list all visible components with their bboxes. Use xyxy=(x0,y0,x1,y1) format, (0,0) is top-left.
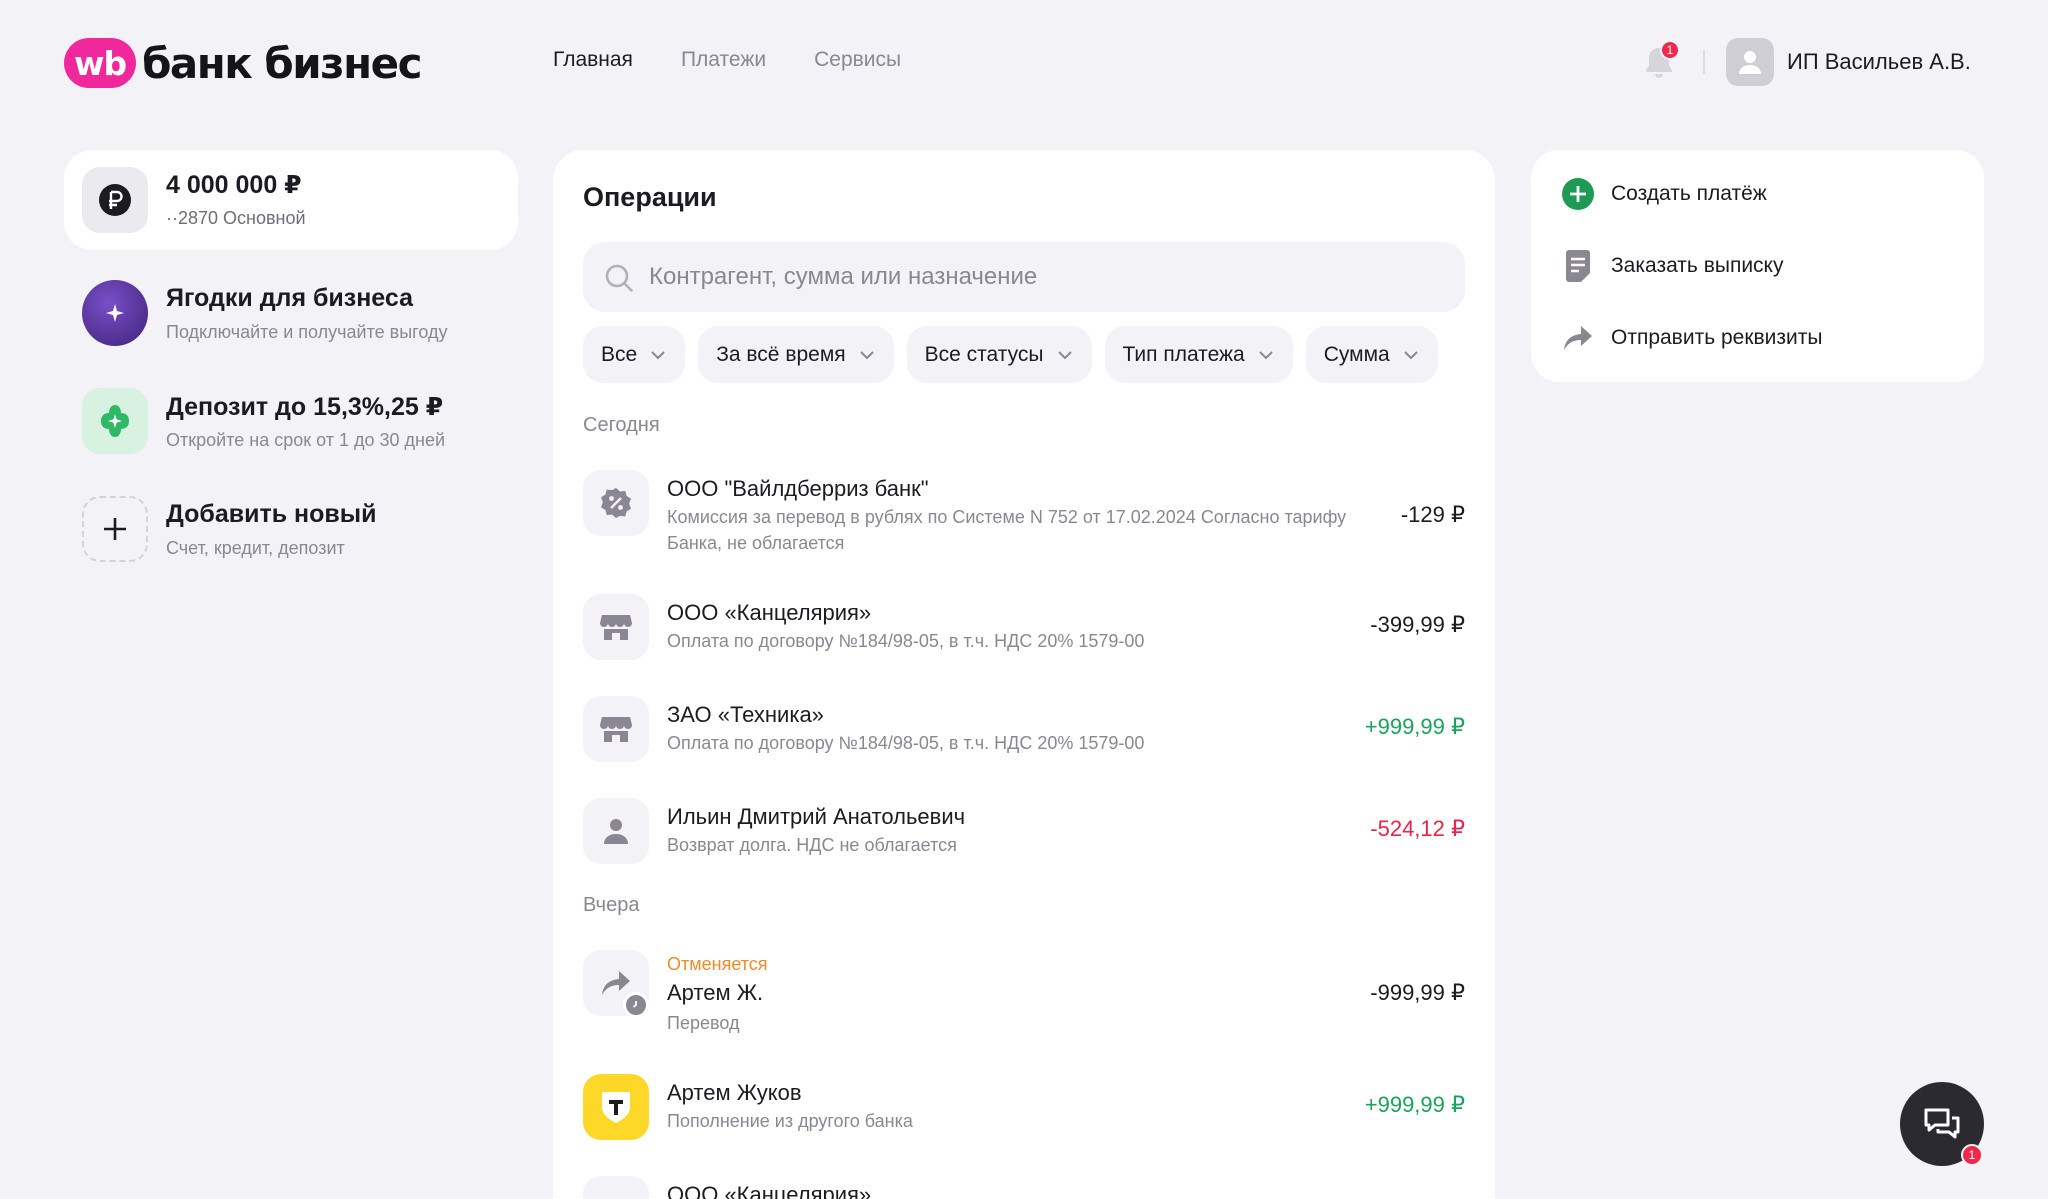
accounts-sidebar: 4 000 000 ₽ ··2870 Основной Ягодки для б… xyxy=(64,150,518,582)
chevron-down-icon xyxy=(1057,350,1072,359)
top-header: wb банк бизнес Главная Платежи Сервисы 1… xyxy=(0,0,2048,125)
operation-row[interactable]: ООО «Канцелярия» Оплата по договору №184… xyxy=(583,594,1465,664)
left-item-berries[interactable]: Ягодки для бизнеса Подключайте и получай… xyxy=(64,258,518,366)
operation-name: Ильин Дмитрий Анатольевич xyxy=(667,804,966,829)
filter-status[interactable]: Все статусы xyxy=(906,326,1092,383)
chevron-down-icon xyxy=(1404,350,1418,359)
operation-name: Артем Жуков xyxy=(667,1080,802,1105)
search-icon xyxy=(605,264,633,292)
filter-label: Все статусы xyxy=(924,342,1044,366)
left-item-sub: Откройте на срок от 1 до 30 дней xyxy=(166,430,446,450)
nav-item-home[interactable]: Главная xyxy=(553,48,633,72)
chat-badge: 1 xyxy=(1961,1144,1983,1166)
operation-row[interactable]: ЗАО «Техника» Оплата по договору №184/98… xyxy=(583,696,1465,766)
tbank-logo-icon xyxy=(583,1074,649,1140)
operation-description: Пополнение из другого банка xyxy=(667,1111,913,1131)
operations-panel: Операции Контрагент, сумма или назначени… xyxy=(553,150,1495,1199)
filter-label: Все xyxy=(601,342,638,366)
person-icon xyxy=(583,798,649,864)
brand-logo[interactable]: wb банк бизнес xyxy=(64,38,422,88)
nav-item-payments[interactable]: Платежи xyxy=(681,48,766,72)
filter-amount[interactable]: Сумма xyxy=(1305,326,1438,383)
create-payment-button[interactable]: Создать платёж xyxy=(1561,177,1767,211)
operation-description: Оплата по договору №184/98-05, в т.ч. НД… xyxy=(667,631,1145,651)
user-name[interactable]: ИП Васильев А.В. xyxy=(1787,49,1971,75)
plus-icon xyxy=(82,496,148,562)
operation-row[interactable]: Артем Жуков Пополнение из другого банка … xyxy=(583,1074,1465,1144)
search-input[interactable]: Контрагент, сумма или назначение xyxy=(583,242,1465,312)
operation-row[interactable]: ООО «Канцелярия» xyxy=(583,1176,1465,1199)
chat-icon xyxy=(1924,1108,1960,1139)
operation-row[interactable]: Отменяется Артем Ж. Перевод -999,99 ₽ xyxy=(583,950,1465,1050)
operation-amount: -524,12 ₽ xyxy=(1370,816,1465,841)
action-label: Отправить реквизиты xyxy=(1611,326,1823,349)
clock-icon xyxy=(623,992,649,1018)
operation-amount: -399,99 ₽ xyxy=(1370,612,1465,637)
status-cancelling: Отменяется xyxy=(667,954,768,974)
left-item-title: Добавить новый xyxy=(166,500,377,528)
operation-name: ООО «Канцелярия» xyxy=(667,600,872,625)
nav-item-services[interactable]: Сервисы xyxy=(814,48,901,72)
balance-card[interactable]: 4 000 000 ₽ ··2870 Основной xyxy=(64,150,518,250)
chevron-down-icon xyxy=(859,350,874,359)
account-number: ··2870 Основной xyxy=(166,208,306,228)
left-item-title: Депозит до 15,3%,25 ₽ xyxy=(166,393,444,421)
left-item-deposit[interactable]: Депозит до 15,3%,25 ₽ Откройте на срок о… xyxy=(64,366,518,474)
filter-label: Тип платежа xyxy=(1122,342,1245,366)
operation-amount: +999,99 ₽ xyxy=(1364,714,1465,739)
chevron-down-icon xyxy=(651,350,665,359)
deposit-icon xyxy=(82,388,148,454)
operations-title: Операции xyxy=(583,182,717,212)
store-icon xyxy=(583,696,649,762)
order-statement-button[interactable]: Заказать выписку xyxy=(1561,249,1783,283)
quick-actions: Создать платёж Заказать выписку Отправит… xyxy=(1531,150,1984,382)
section-today: Сегодня xyxy=(583,414,660,436)
filter-bar: Все За всё время Все статусы Тип платежа… xyxy=(583,326,1438,383)
plus-circle-icon xyxy=(1561,177,1595,211)
left-item-sub: Подключайте и получайте выгоду xyxy=(166,322,448,342)
filter-period[interactable]: За всё время xyxy=(698,326,894,383)
operation-amount: -129 ₽ xyxy=(1400,502,1465,527)
store-icon xyxy=(583,1176,649,1199)
sparkle-icon xyxy=(82,280,148,346)
search-placeholder: Контрагент, сумма или назначение xyxy=(649,263,1038,290)
left-item-title: Ягодки для бизнеса xyxy=(166,284,413,312)
header-divider xyxy=(1703,50,1705,74)
notification-badge: 1 xyxy=(1660,40,1680,60)
chevron-down-icon xyxy=(1259,350,1273,359)
operation-name: ООО «Канцелярия» xyxy=(667,1182,872,1199)
store-icon xyxy=(583,594,649,660)
user-icon xyxy=(1739,51,1761,74)
main-nav: Главная Платежи Сервисы xyxy=(553,48,901,72)
operation-description: Возврат долга. НДС не облагается xyxy=(667,835,957,855)
action-label: Заказать выписку xyxy=(1611,254,1784,277)
operation-row[interactable]: ООО "Вайлдберриз банк" Комиссия за перев… xyxy=(583,470,1465,570)
action-label: Создать платёж xyxy=(1611,182,1767,205)
section-yesterday: Вчера xyxy=(583,894,640,916)
operation-description: Комиссия за перевод в рублях по Системе … xyxy=(667,507,1347,553)
logo-wb-badge: wb xyxy=(64,38,137,88)
send-details-button[interactable]: Отправить реквизиты xyxy=(1561,321,1822,355)
ruble-icon xyxy=(82,167,148,233)
left-item-sub: Счет, кредит, депозит xyxy=(166,538,345,558)
operation-name: ЗАО «Техника» xyxy=(667,702,824,727)
filter-all[interactable]: Все xyxy=(583,326,686,383)
balance-amount: 4 000 000 ₽ xyxy=(166,171,302,199)
operation-row[interactable]: Ильин Дмитрий Анатольевич Возврат долга.… xyxy=(583,798,1465,868)
filter-label: За всё время xyxy=(716,342,846,366)
operation-name: ООО "Вайлдберриз банк" xyxy=(667,476,929,501)
operation-name: Артем Ж. xyxy=(667,980,764,1005)
share-arrow-icon xyxy=(1561,321,1595,355)
operation-amount: +999,99 ₽ xyxy=(1364,1092,1465,1117)
avatar[interactable] xyxy=(1726,38,1774,86)
filter-label: Сумма xyxy=(1323,342,1390,366)
operation-description: Оплата по договору №184/98-05, в т.ч. НД… xyxy=(667,733,1145,753)
operation-description: Перевод xyxy=(667,1013,740,1033)
logo-text: банк бизнес xyxy=(142,38,422,88)
operation-amount: -999,99 ₽ xyxy=(1370,980,1465,1005)
percent-badge-icon xyxy=(583,470,649,536)
filter-payment-type[interactable]: Тип платежа xyxy=(1104,326,1293,383)
left-item-add-new[interactable]: Добавить новый Счет, кредит, депозит xyxy=(64,474,518,582)
document-icon xyxy=(1561,249,1595,283)
